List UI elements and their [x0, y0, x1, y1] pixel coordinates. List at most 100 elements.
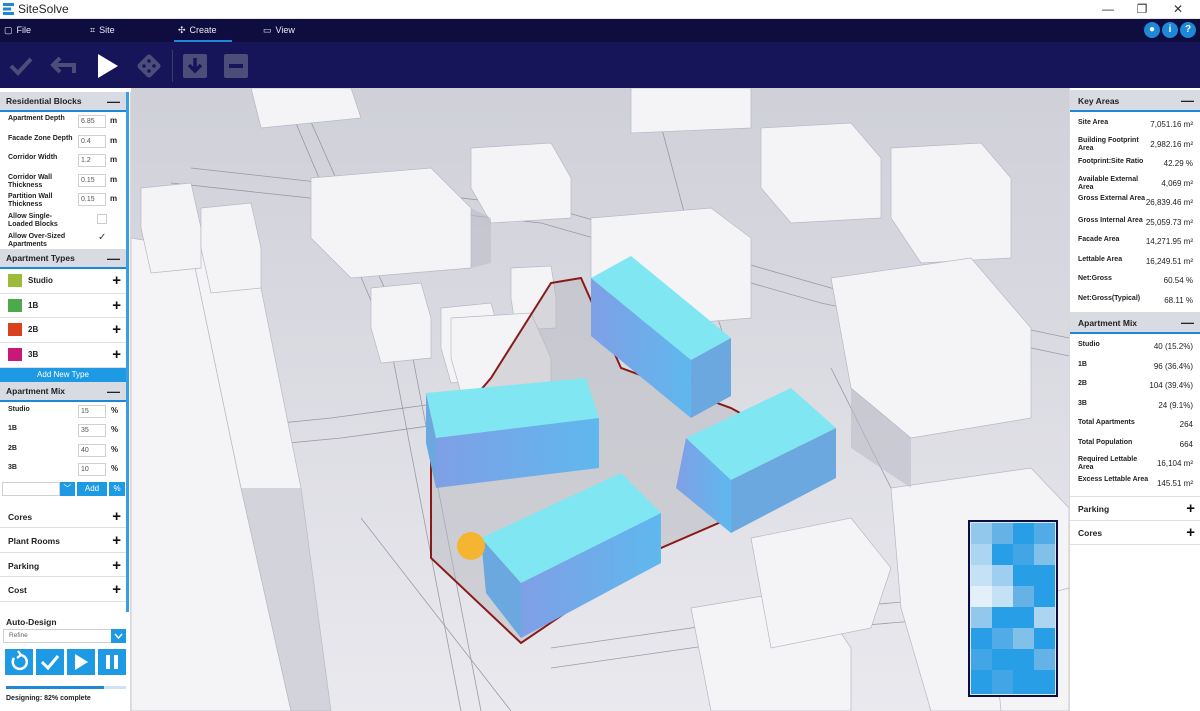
expand-plus-icon[interactable]: +	[112, 321, 121, 338]
chevron-down-icon[interactable]	[111, 629, 126, 643]
section-title: Cores	[8, 511, 33, 522]
corridor-wall-thickness-input[interactable]: 0.15	[78, 173, 106, 187]
close-button[interactable]: ✕	[1160, 0, 1196, 19]
expand-plus-icon[interactable]: +	[112, 272, 121, 289]
section-parking-summary[interactable]: Parking +	[1070, 497, 1200, 521]
section-plant-rooms[interactable]: Plant Rooms +	[0, 528, 126, 553]
type-row-1b[interactable]: 1B +	[0, 294, 126, 319]
section-cost[interactable]: Cost +	[0, 577, 126, 602]
chevron-down-icon[interactable]: ﹀	[60, 481, 75, 496]
left-scrollbar[interactable]	[126, 92, 129, 612]
mix-label: 1B	[8, 425, 17, 433]
mix-percent-button[interactable]: %	[109, 481, 125, 496]
mix-row-3b: 3B 10 %	[0, 460, 126, 480]
over-sized-checkbox[interactable]: ✓	[98, 232, 106, 243]
info-icon[interactable]: i	[1162, 22, 1178, 38]
section-cores[interactable]: Cores +	[0, 504, 126, 529]
mix-type-select[interactable]	[2, 481, 60, 496]
type-row-studio[interactable]: Studio +	[0, 269, 126, 294]
field-corridor-width: Corridor Width 1.2 m	[0, 151, 126, 171]
facade-zone-depth-input[interactable]: 0.4	[78, 134, 106, 148]
expand-plus-icon[interactable]: +	[112, 346, 121, 363]
mix-stat-row: 1B 96 (36.4%)	[1070, 357, 1200, 377]
tab-site[interactable]: ⌗ Site	[90, 19, 130, 42]
check-icon[interactable]	[6, 51, 36, 81]
expand-plus-icon[interactable]: +	[112, 532, 121, 549]
mix-row-studio: Studio 15 %	[0, 402, 126, 422]
type-row-3b[interactable]: 3B +	[0, 343, 126, 368]
heatmap-minimap[interactable]	[968, 520, 1058, 697]
site-marker[interactable]	[457, 532, 485, 560]
mix-add-button[interactable]: Add	[77, 481, 107, 496]
expand-plus-icon[interactable]: +	[1186, 524, 1195, 541]
toolbar-divider	[172, 50, 173, 82]
color-swatch[interactable]	[8, 323, 22, 337]
collapse-icon[interactable]: —	[107, 382, 120, 401]
accept-button[interactable]	[36, 649, 64, 675]
section-apartment-mix-summary[interactable]: Apartment Mix —	[1070, 312, 1200, 334]
section-parking[interactable]: Parking +	[0, 553, 126, 578]
run-button[interactable]	[67, 649, 95, 675]
3d-viewport[interactable]	[131, 88, 1069, 711]
mix-3b-input[interactable]: 10	[78, 463, 106, 477]
expand-plus-icon[interactable]: +	[112, 557, 121, 574]
stat-row: Footprint:Site Ratio 42.29 %	[1070, 154, 1200, 174]
color-swatch[interactable]	[8, 347, 22, 361]
collapse-icon[interactable]: —	[107, 249, 120, 268]
color-swatch[interactable]	[8, 298, 22, 312]
stat-row: Site Area 7,051.16 m²	[1070, 115, 1200, 135]
play-icon[interactable]	[92, 51, 122, 81]
section-key-areas[interactable]: Key Areas —	[1070, 90, 1200, 112]
stat-value: 25,059.73 m²	[1145, 217, 1193, 227]
apartment-depth-input[interactable]: 6.85	[78, 115, 106, 128]
menu-bar: ▢ File ⌗ Site ✣ Create ▭ View ● i ?	[0, 19, 1200, 42]
field-corridor-wall-thickness: Corridor Wall Thickness 0.15 m	[0, 171, 126, 191]
section-residential-blocks[interactable]: Residential Blocks —	[0, 92, 126, 112]
expand-plus-icon[interactable]: +	[112, 581, 121, 598]
toolbar	[0, 42, 1200, 88]
restore-button[interactable]: ❐	[1124, 0, 1160, 19]
section-apartment-types[interactable]: Apartment Types —	[0, 249, 126, 270]
section-title: Residential Blocks	[6, 96, 82, 106]
dice-icon[interactable]	[134, 51, 164, 81]
partition-wall-thickness-input[interactable]: 0.15	[78, 193, 106, 207]
add-new-type-button[interactable]: Add New Type	[0, 367, 126, 382]
color-swatch[interactable]	[8, 274, 22, 288]
type-row-2b[interactable]: 2B +	[0, 318, 126, 343]
stat-label: Net:Gross	[1078, 275, 1112, 282]
type-label: 3B	[28, 349, 39, 359]
tab-view[interactable]: ▭ View	[263, 19, 303, 42]
user-icon[interactable]: ●	[1144, 22, 1160, 38]
expand-plus-icon[interactable]: +	[112, 508, 121, 525]
reset-button[interactable]	[5, 649, 33, 675]
minimize-button[interactable]: —	[1090, 0, 1126, 19]
mix-label: 2B	[8, 444, 17, 452]
download-icon[interactable]	[180, 51, 210, 81]
section-cores-summary[interactable]: Cores +	[1070, 521, 1200, 545]
section-apartment-mix[interactable]: Apartment Mix —	[0, 381, 126, 402]
tab-create[interactable]: ✣ Create	[174, 19, 232, 42]
tab-file[interactable]: ▢ File	[4, 19, 44, 42]
corridor-width-input[interactable]: 1.2	[78, 154, 106, 168]
stat-value: 16,104 m²	[1156, 459, 1193, 468]
collapse-icon[interactable]: —	[1181, 312, 1194, 334]
help-icon[interactable]: ?	[1180, 22, 1196, 38]
collapse-icon[interactable]: —	[1181, 90, 1194, 112]
city-model-scene[interactable]	[131, 88, 1069, 711]
expand-plus-icon[interactable]: +	[1186, 500, 1195, 517]
unit-label: m	[110, 135, 118, 145]
expand-plus-icon[interactable]: +	[112, 297, 121, 314]
undo-icon[interactable]	[48, 51, 78, 81]
minus-icon[interactable]	[221, 51, 251, 81]
collapse-icon[interactable]: —	[107, 92, 120, 111]
mix-2b-input[interactable]: 40	[78, 443, 106, 457]
single-loaded-checkbox[interactable]	[97, 213, 107, 224]
mix-studio-input[interactable]: 15	[78, 404, 106, 418]
stat-label: Gross External Area	[1078, 195, 1146, 202]
auto-design-mode-select[interactable]: Refine	[3, 629, 126, 643]
mix-stat-row: Total Population 664	[1070, 435, 1200, 455]
pause-button[interactable]	[98, 649, 126, 675]
mix-1b-input[interactable]: 35	[78, 424, 106, 438]
view-icon: ▭	[263, 25, 272, 35]
stat-row: Gross Internal Area 25,059.73 m²	[1070, 213, 1200, 233]
